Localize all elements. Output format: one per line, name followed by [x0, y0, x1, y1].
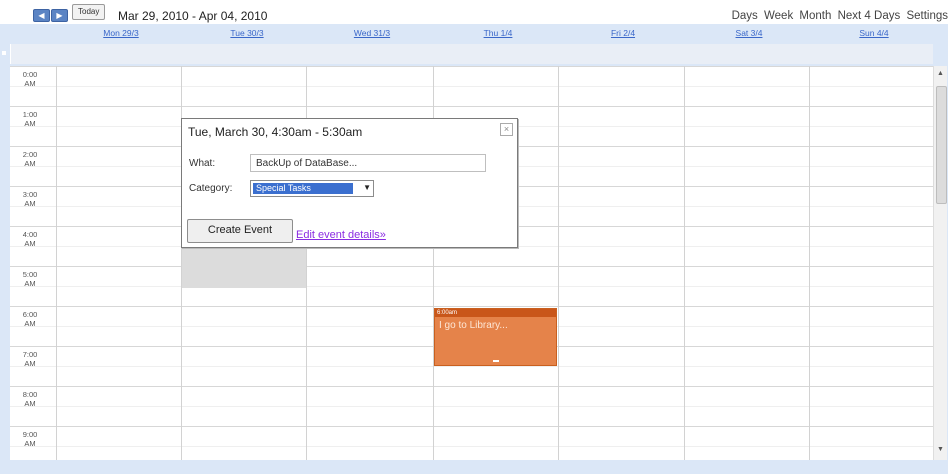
time-ampm: AM: [24, 399, 36, 408]
category-selected-value: Special Tasks: [253, 183, 353, 194]
all-day-row: [0, 42, 948, 66]
half-hour-line: [10, 86, 933, 87]
time-ampm: AM: [24, 159, 36, 168]
category-label: Category:: [189, 183, 233, 194]
time-label-4am: 4:00 AM: [10, 230, 50, 248]
event-time: 6:00am: [435, 309, 556, 317]
create-event-button[interactable]: Create Event: [187, 219, 293, 243]
time-label-6am: 6:00 AM: [10, 310, 50, 328]
time-label-9am: 9:00 AM: [10, 430, 50, 448]
half-hour-line: [10, 446, 933, 447]
time-label-7am: 7:00 AM: [10, 350, 50, 368]
column-divider: [684, 66, 685, 460]
day-header-tue[interactable]: Tue 30/3: [184, 28, 310, 38]
scrollbar-thumb[interactable]: [936, 86, 947, 204]
time-label-5am: 5:00 AM: [10, 270, 50, 288]
time-hour: 0:00: [22, 70, 38, 79]
scroll-down-icon[interactable]: ▼: [937, 446, 944, 453]
category-select[interactable]: Special Tasks ▼: [250, 180, 374, 197]
close-icon[interactable]: ×: [500, 123, 513, 136]
day-header-wed[interactable]: Wed 31/3: [309, 28, 435, 38]
time-hour: 4:00: [22, 230, 38, 239]
time-ampm: AM: [24, 439, 36, 448]
what-input[interactable]: [250, 154, 486, 172]
all-day-gutter: [0, 42, 8, 66]
hour-line: [10, 386, 933, 387]
view-next4days-link[interactable]: Next 4 Days: [838, 10, 901, 22]
time-hour: 6:00: [22, 310, 38, 319]
day-header-row: Mon 29/3 Tue 30/3 Wed 31/3 Thu 1/4 Fri 2…: [0, 24, 948, 42]
column-divider: [56, 66, 57, 460]
time-hour: 5:00: [22, 270, 38, 279]
time-label-0am: 0:00 AM: [10, 70, 50, 88]
time-label-3am: 3:00 AM: [10, 190, 50, 208]
time-hour: 9:00: [22, 430, 38, 439]
hour-line: [10, 306, 933, 307]
dialog-title: Tue, March 30, 4:30am - 5:30am: [188, 125, 363, 139]
time-hour: 1:00: [22, 110, 38, 119]
next-week-button[interactable]: ▶: [51, 9, 68, 22]
today-button[interactable]: Today: [72, 4, 106, 20]
column-divider: [809, 66, 810, 460]
event-resize-handle[interactable]: [493, 360, 499, 362]
arrow-left-icon: ◀: [38, 11, 45, 20]
view-switcher: Days Week Month Next 4 Days Settings: [729, 10, 948, 22]
column-divider: [558, 66, 559, 460]
quick-add-event-dialog: Tue, March 30, 4:30am - 5:30am × What: C…: [181, 118, 518, 248]
chevron-down-icon: ▼: [363, 183, 371, 192]
bottom-bar: [0, 460, 948, 474]
time-ampm: AM: [24, 239, 36, 248]
scroll-up-icon[interactable]: ▲: [937, 70, 944, 77]
what-label: What:: [189, 158, 216, 169]
half-hour-line: [10, 406, 933, 407]
day-header-thu[interactable]: Thu 1/4: [435, 28, 561, 38]
hour-line: [10, 426, 933, 427]
hour-line: [10, 106, 933, 107]
half-hour-line: [10, 366, 933, 367]
view-month-link[interactable]: Month: [799, 10, 831, 22]
time-label-1am: 1:00 AM: [10, 110, 50, 128]
time-hour: 3:00: [22, 190, 38, 199]
day-header-mon[interactable]: Mon 29/3: [58, 28, 184, 38]
day-header-sun[interactable]: Sun 4/4: [811, 28, 937, 38]
calendar-event[interactable]: 6:00am I go to Library...: [434, 308, 557, 366]
toolbar: ◀ ▶ Today Mar 29, 2010 - Apr 04, 2010 Da…: [0, 0, 948, 24]
settings-link[interactable]: Settings: [906, 10, 948, 22]
time-hour: 2:00: [22, 150, 38, 159]
arrow-right-icon: ▶: [56, 11, 63, 20]
time-label-2am: 2:00 AM: [10, 150, 50, 168]
time-hour: 7:00: [22, 350, 38, 359]
time-ampm: AM: [24, 319, 36, 328]
day-header-sat[interactable]: Sat 3/4: [686, 28, 812, 38]
time-ampm: AM: [24, 199, 36, 208]
hour-line: [10, 66, 933, 67]
time-hour: 8:00: [22, 390, 38, 399]
view-week-link[interactable]: Week: [764, 10, 793, 22]
time-ampm: AM: [24, 359, 36, 368]
half-hour-line: [10, 286, 933, 287]
day-header-fri[interactable]: Fri 2/4: [560, 28, 686, 38]
time-ampm: AM: [24, 79, 36, 88]
time-ampm: AM: [24, 279, 36, 288]
prev-week-button[interactable]: ◀: [33, 9, 50, 22]
date-range-title: Mar 29, 2010 - Apr 04, 2010: [118, 9, 268, 23]
new-event-selection[interactable]: [182, 246, 306, 288]
time-ampm: AM: [24, 119, 36, 128]
hour-line: [10, 266, 933, 267]
all-day-area[interactable]: [10, 44, 933, 64]
edit-event-details-link[interactable]: Edit event details»: [296, 229, 386, 241]
event-title: I go to Library...: [439, 320, 508, 331]
view-days-link[interactable]: Days: [732, 10, 758, 22]
time-label-8am: 8:00 AM: [10, 390, 50, 408]
vertical-scrollbar[interactable]: ▲ ▼: [933, 66, 947, 460]
